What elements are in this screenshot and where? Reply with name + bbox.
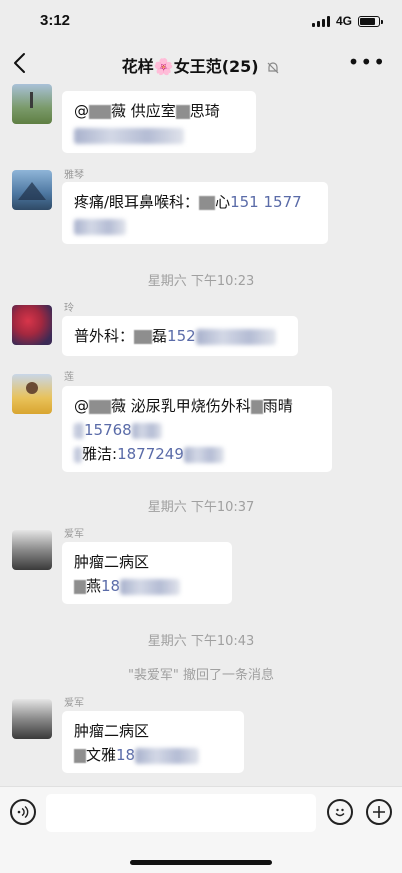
more-button[interactable]: ••• [348, 50, 386, 74]
signal-icon [311, 15, 330, 27]
message-bubble[interactable]: 普外科： 磊152 [62, 316, 298, 356]
network-label: 4G [335, 14, 352, 28]
recall-notice: "裴爱军" 撤回了一条消息 [127, 668, 275, 683]
nav-bar: 花样🌸女王范(25) ••• [0, 44, 402, 84]
voice-button[interactable] [10, 799, 36, 825]
plus-icon [373, 806, 385, 818]
battery-icon [358, 15, 383, 27]
timestamp: 星期六 下午10:43 [147, 634, 255, 649]
bell-muted-icon [267, 61, 279, 73]
timestamp: 星期六 下午10:23 [147, 274, 255, 289]
avatar[interactable] [12, 84, 52, 124]
message-bubble[interactable]: 疼痛/眼耳鼻喉科： 心151 1577 [62, 182, 328, 244]
message-bubble[interactable]: @ 薇 供应室 思琦 [62, 91, 256, 153]
avatar[interactable] [12, 170, 52, 210]
message-bubble[interactable]: 肿瘤二病区 文雅18 [62, 711, 244, 773]
avatar[interactable] [12, 374, 52, 414]
plus-button[interactable] [366, 799, 392, 825]
emoji-icon [335, 808, 345, 817]
avatar[interactable] [12, 530, 52, 570]
message-input[interactable] [46, 794, 316, 832]
sender-name: 莲 [64, 372, 74, 383]
flower-emoji: 🌸 [153, 57, 174, 76]
avatar[interactable] [12, 305, 52, 345]
title-text-start: 花样 [121, 57, 154, 76]
title-text-end: 女王范(25) [173, 57, 259, 76]
status-time: 3:12 [40, 12, 71, 29]
sender-name: 雅琴 [64, 170, 84, 181]
chat-title: 花样🌸女王范(25) [0, 53, 402, 77]
sender-name: 爱军 [64, 529, 84, 540]
timestamp: 星期六 下午10:37 [147, 500, 255, 515]
sender-name: 爱军 [64, 698, 84, 709]
home-indicator [130, 860, 272, 865]
emoji-button[interactable] [327, 799, 353, 825]
sender-name: 玲 [64, 303, 74, 314]
status-indicators: 4G [311, 14, 383, 28]
message-bubble[interactable]: @ 薇 泌尿乳甲烧伤外科 雨晴 15768 雅洁:1877249 [62, 386, 332, 472]
message-bubble[interactable]: 肿瘤二病区 燕18 [62, 542, 232, 604]
voice-icon [17, 805, 29, 819]
chat-message-list[interactable]: @ 薇 供应室 思琦 雅琴 疼痛/眼耳鼻喉科： 心151 1577 星期六 下午10:… [0, 84, 402, 786]
avatar[interactable] [12, 699, 52, 739]
status-bar: 3:12 4G [0, 0, 402, 44]
